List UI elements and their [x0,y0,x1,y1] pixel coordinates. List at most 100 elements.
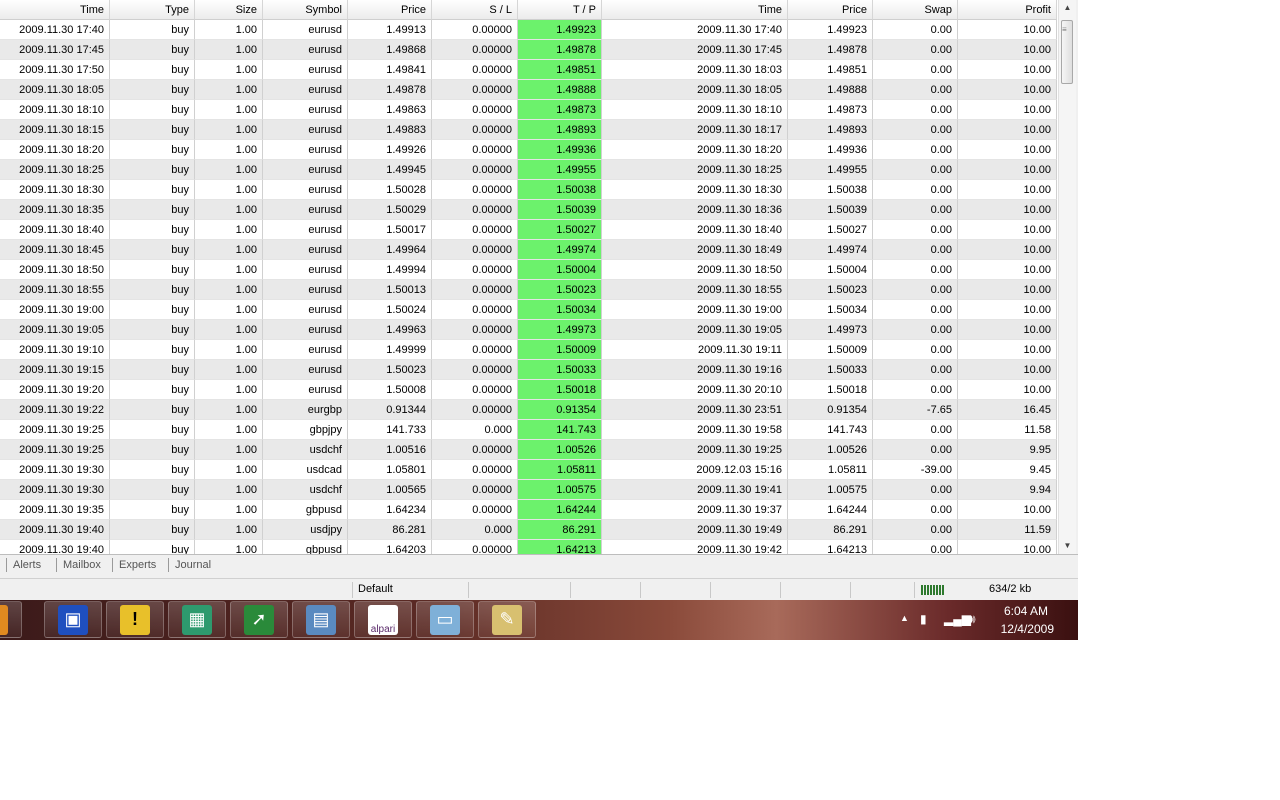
cell-size[interactable]: 1.00 [195,460,263,480]
cell-size[interactable]: 1.00 [195,340,263,360]
cell-stop-loss[interactable]: 0.000 [432,420,518,440]
cell-type[interactable]: buy [110,160,195,180]
cell-close-time[interactable]: 2009.11.30 19:49 [602,520,788,540]
cell-take-profit[interactable]: 1.49851 [518,60,602,80]
cell-open-price[interactable]: 1.49868 [348,40,432,60]
cell-open-time[interactable]: 2009.11.30 18:15 [0,120,110,140]
cell-profit[interactable]: 10.00 [958,120,1057,140]
column-header-swap[interactable]: Swap [873,0,958,20]
cell-swap[interactable]: -7.65 [873,400,958,420]
cell-profit[interactable]: 10.00 [958,540,1057,554]
cell-take-profit[interactable]: 1.49923 [518,20,602,40]
cell-type[interactable]: buy [110,280,195,300]
cell-close-time[interactable]: 2009.11.30 18:05 [602,80,788,100]
cell-profit[interactable]: 10.00 [958,500,1057,520]
cell-open-price[interactable]: 1.50029 [348,200,432,220]
cell-swap[interactable]: 0.00 [873,200,958,220]
cell-stop-loss[interactable]: 0.000 [432,520,518,540]
cell-close-price[interactable]: 1.50027 [788,220,873,240]
cell-stop-loss[interactable]: 0.00000 [432,340,518,360]
cell-type[interactable]: buy [110,400,195,420]
cell-symbol[interactable]: eurusd [263,100,348,120]
cell-symbol[interactable]: eurusd [263,220,348,240]
cell-swap[interactable]: 0.00 [873,80,958,100]
cell-type[interactable]: buy [110,500,195,520]
cell-take-profit[interactable]: 1.49936 [518,140,602,160]
cell-size[interactable]: 1.00 [195,260,263,280]
cell-open-time[interactable]: 2009.11.30 18:10 [0,100,110,120]
cell-close-price[interactable]: 1.50004 [788,260,873,280]
cell-close-price[interactable]: 86.291 [788,520,873,540]
cell-close-time[interactable]: 2009.11.30 18:03 [602,60,788,80]
cell-profit[interactable]: 10.00 [958,320,1057,340]
cell-symbol[interactable]: eurusd [263,260,348,280]
cell-size[interactable]: 1.00 [195,320,263,340]
cell-profit[interactable]: 10.00 [958,380,1057,400]
column-header-profit[interactable]: Profit [958,0,1057,20]
cell-close-price[interactable]: 1.49923 [788,20,873,40]
cell-swap[interactable]: 0.00 [873,320,958,340]
taskbar-button[interactable]: ▦ [168,601,226,638]
cell-swap[interactable]: 0.00 [873,160,958,180]
cell-symbol[interactable]: eurusd [263,80,348,100]
taskbar-button[interactable]: alpari [354,601,412,638]
cell-type[interactable]: buy [110,340,195,360]
cell-open-time[interactable]: 2009.11.30 19:15 [0,360,110,380]
cell-swap[interactable]: 0.00 [873,380,958,400]
cell-size[interactable]: 1.00 [195,100,263,120]
cell-stop-loss[interactable]: 0.00000 [432,460,518,480]
cell-close-price[interactable]: 1.49973 [788,320,873,340]
cell-take-profit[interactable]: 1.50009 [518,340,602,360]
cell-stop-loss[interactable]: 0.00000 [432,540,518,554]
cell-take-profit[interactable]: 1.50033 [518,360,602,380]
taskbar-button[interactable]: ! [106,601,164,638]
cell-open-time[interactable]: 2009.11.30 18:45 [0,240,110,260]
cell-take-profit[interactable]: 1.00575 [518,480,602,500]
cell-size[interactable]: 1.00 [195,180,263,200]
scroll-down-arrow-icon[interactable]: ▼ [1059,538,1076,554]
cell-symbol[interactable]: eurusd [263,180,348,200]
cell-open-time[interactable]: 2009.11.30 18:30 [0,180,110,200]
cell-swap[interactable]: 0.00 [873,20,958,40]
cell-close-time[interactable]: 2009.11.30 17:45 [602,40,788,60]
cell-open-time[interactable]: 2009.11.30 19:05 [0,320,110,340]
taskbar-button[interactable]: ➚ [230,601,288,638]
cell-swap[interactable]: 0.00 [873,280,958,300]
column-header-stop-loss[interactable]: S / L [432,0,518,20]
cell-profit[interactable]: 10.00 [958,100,1057,120]
cell-take-profit[interactable]: 1.49973 [518,320,602,340]
cell-symbol[interactable]: usdchf [263,480,348,500]
cell-size[interactable]: 1.00 [195,40,263,60]
cell-profit[interactable]: 10.00 [958,80,1057,100]
cell-size[interactable]: 1.00 [195,200,263,220]
cell-type[interactable]: buy [110,300,195,320]
cell-close-time[interactable]: 2009.11.30 19:42 [602,540,788,554]
cell-swap[interactable]: 0.00 [873,500,958,520]
cell-type[interactable]: buy [110,140,195,160]
cell-open-price[interactable]: 1.49926 [348,140,432,160]
cell-close-time[interactable]: 2009.11.30 20:10 [602,380,788,400]
cell-swap[interactable]: 0.00 [873,440,958,460]
cell-open-time[interactable]: 2009.11.30 18:50 [0,260,110,280]
cell-close-time[interactable]: 2009.11.30 17:40 [602,20,788,40]
cell-open-price[interactable]: 1.64203 [348,540,432,554]
cell-stop-loss[interactable]: 0.00000 [432,240,518,260]
cell-open-time[interactable]: 2009.11.30 19:25 [0,440,110,460]
cell-close-price[interactable]: 1.49936 [788,140,873,160]
cell-stop-loss[interactable]: 0.00000 [432,200,518,220]
cell-take-profit[interactable]: 1.50004 [518,260,602,280]
cell-swap[interactable]: 0.00 [873,420,958,440]
cell-type[interactable]: buy [110,60,195,80]
cell-symbol[interactable]: eurusd [263,160,348,180]
cell-symbol[interactable]: eurgbp [263,400,348,420]
vertical-scrollbar[interactable]: ▲ ≡ ▼ [1058,0,1076,554]
cell-close-price[interactable]: 1.49888 [788,80,873,100]
column-header-symbol[interactable]: Symbol [263,0,348,20]
cell-open-price[interactable]: 1.50013 [348,280,432,300]
cell-take-profit[interactable]: 86.291 [518,520,602,540]
cell-symbol[interactable]: usdjpy [263,520,348,540]
cell-symbol[interactable]: gbpusd [263,540,348,554]
cell-profit[interactable]: 10.00 [958,140,1057,160]
tab-alerts[interactable]: Alerts [6,558,47,572]
cell-symbol[interactable]: eurusd [263,200,348,220]
